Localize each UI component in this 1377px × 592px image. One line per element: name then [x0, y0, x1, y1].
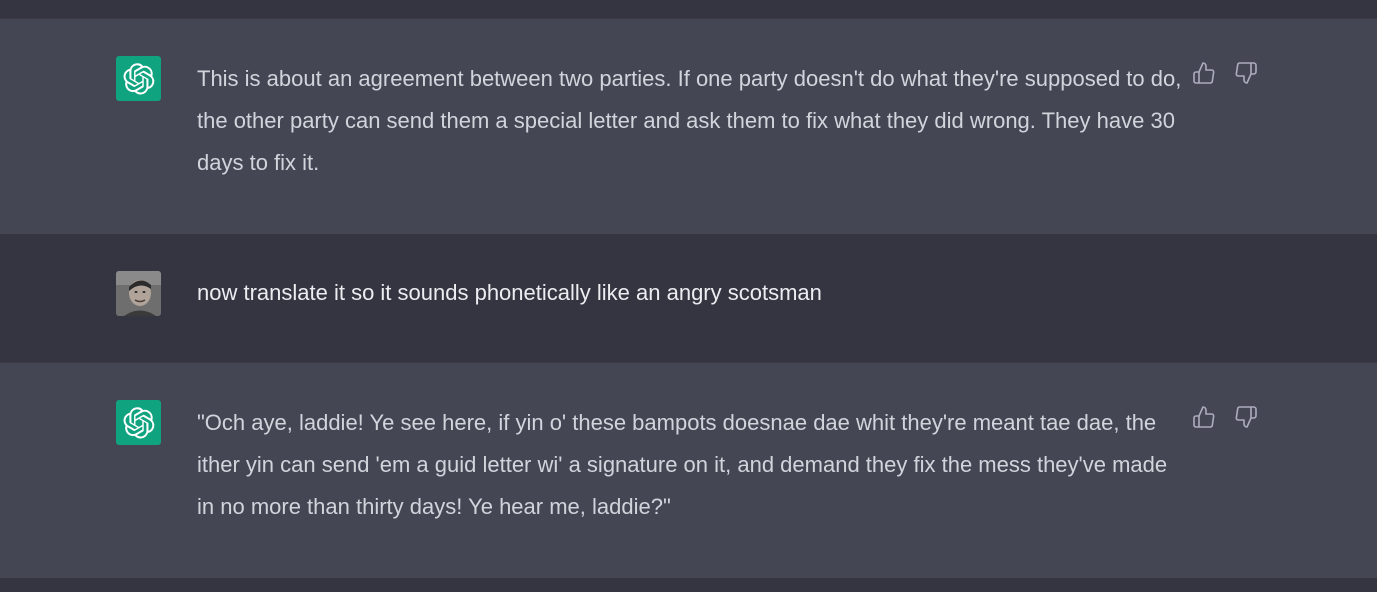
user-message-text: now translate it so it sounds phonetical…	[197, 280, 822, 305]
thumbs-down-icon[interactable]	[1234, 61, 1258, 85]
thumbs-down-icon[interactable]	[1234, 405, 1258, 429]
message-feedback	[1192, 405, 1258, 429]
assistant-avatar	[116, 400, 161, 445]
thumbs-up-icon[interactable]	[1192, 61, 1216, 85]
openai-logo-icon	[123, 62, 154, 95]
message-feedback	[1192, 61, 1258, 85]
thumbs-up-icon[interactable]	[1192, 405, 1216, 429]
user-photo	[116, 271, 161, 316]
previous-message-band	[0, 0, 1377, 18]
assistant-message-row: "Och aye, laddie! Ye see here, if yin o'…	[0, 362, 1377, 579]
assistant-message-text: This is about an agreement between two p…	[197, 66, 1182, 175]
assistant-message-text: "Och aye, laddie! Ye see here, if yin o'…	[197, 410, 1168, 519]
user-message-row: now translate it so it sounds phonetical…	[0, 234, 1377, 362]
assistant-message-row: This is about an agreement between two p…	[0, 18, 1377, 235]
user-avatar	[116, 271, 161, 316]
openai-logo-icon	[123, 406, 154, 439]
next-message-band	[0, 578, 1377, 592]
assistant-avatar	[116, 56, 161, 101]
